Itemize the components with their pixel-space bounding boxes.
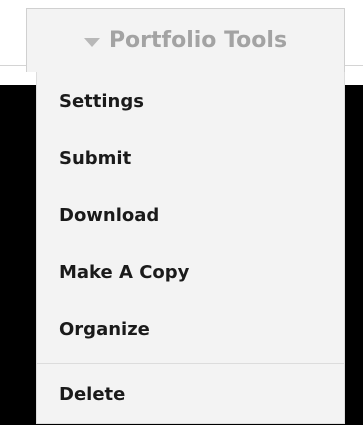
portfolio-tools-button[interactable]: Portfolio Tools xyxy=(26,8,345,72)
portfolio-tools-label: Portfolio Tools xyxy=(108,28,288,53)
menu-item-submit[interactable]: Submit xyxy=(37,130,344,187)
menu-item-organize[interactable]: Organize xyxy=(37,301,344,358)
chevron-down-icon xyxy=(83,37,100,47)
menu-item-download[interactable]: Download xyxy=(37,187,344,244)
portfolio-tools-menu: Settings Submit Download Make A Copy Org… xyxy=(36,72,345,424)
menu-list: Settings Submit Download Make A Copy Org… xyxy=(37,72,344,358)
menu-item-settings[interactable]: Settings xyxy=(37,72,344,130)
menu-item-delete[interactable]: Delete xyxy=(37,364,344,424)
menu-item-make-a-copy[interactable]: Make A Copy xyxy=(37,244,344,301)
